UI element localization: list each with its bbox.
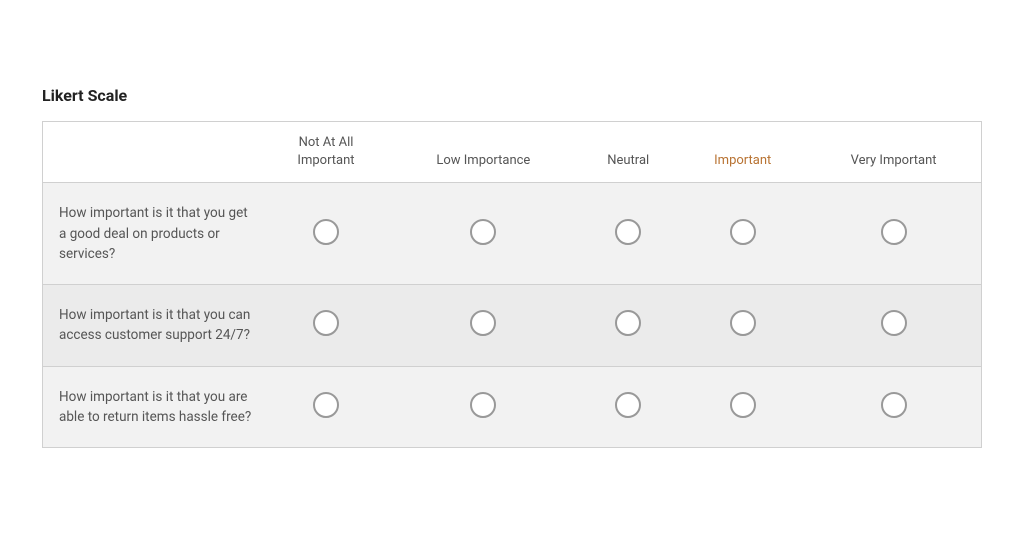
col-header-neutral: Neutral [577, 121, 679, 182]
radio-very-important-row2[interactable] [881, 392, 907, 418]
radio-cell-low-importance [390, 285, 578, 367]
radio-cell-very-important [806, 285, 981, 367]
radio-neutral-row2[interactable] [615, 392, 641, 418]
radio-cell-very-important [806, 366, 981, 448]
question-cell: How important is it that you are able to… [43, 366, 263, 448]
col-header-question [43, 121, 263, 182]
radio-low-importance-row2[interactable] [470, 392, 496, 418]
radio-cell-low-importance [390, 183, 578, 285]
radio-not-at-all-row0[interactable] [313, 219, 339, 245]
radio-cell-important [679, 366, 806, 448]
radio-very-important-row0[interactable] [881, 219, 907, 245]
radio-important-row0[interactable] [730, 219, 756, 245]
question-cell: How important is it that you get a good … [43, 183, 263, 285]
table-row: How important is it that you are able to… [43, 366, 982, 448]
radio-important-row1[interactable] [730, 310, 756, 336]
radio-neutral-row0[interactable] [615, 219, 641, 245]
col-header-very-important: Very Important [806, 121, 981, 182]
col-header-important: Important [679, 121, 806, 182]
radio-cell-very-important [806, 183, 981, 285]
likert-table: Not At AllImportant Low Importance Neutr… [42, 121, 982, 448]
page-title: Likert Scale [42, 86, 982, 105]
likert-scale-container: Likert Scale Not At AllImportant Low Imp… [42, 62, 982, 472]
col-header-not-at-all: Not At AllImportant [263, 121, 390, 182]
table-header-row: Not At AllImportant Low Importance Neutr… [43, 121, 982, 182]
radio-important-row2[interactable] [730, 392, 756, 418]
col-header-low-importance: Low Importance [390, 121, 578, 182]
radio-cell-neutral [577, 183, 679, 285]
radio-low-importance-row0[interactable] [470, 219, 496, 245]
question-cell: How important is it that you can access … [43, 285, 263, 367]
radio-cell-neutral [577, 285, 679, 367]
radio-cell-not-at-all [263, 366, 390, 448]
radio-very-important-row1[interactable] [881, 310, 907, 336]
table-row: How important is it that you can access … [43, 285, 982, 367]
table-row: How important is it that you get a good … [43, 183, 982, 285]
radio-cell-neutral [577, 366, 679, 448]
radio-cell-not-at-all [263, 183, 390, 285]
radio-not-at-all-row1[interactable] [313, 310, 339, 336]
radio-cell-important [679, 183, 806, 285]
radio-cell-important [679, 285, 806, 367]
radio-cell-low-importance [390, 366, 578, 448]
radio-cell-not-at-all [263, 285, 390, 367]
radio-low-importance-row1[interactable] [470, 310, 496, 336]
radio-neutral-row1[interactable] [615, 310, 641, 336]
radio-not-at-all-row2[interactable] [313, 392, 339, 418]
